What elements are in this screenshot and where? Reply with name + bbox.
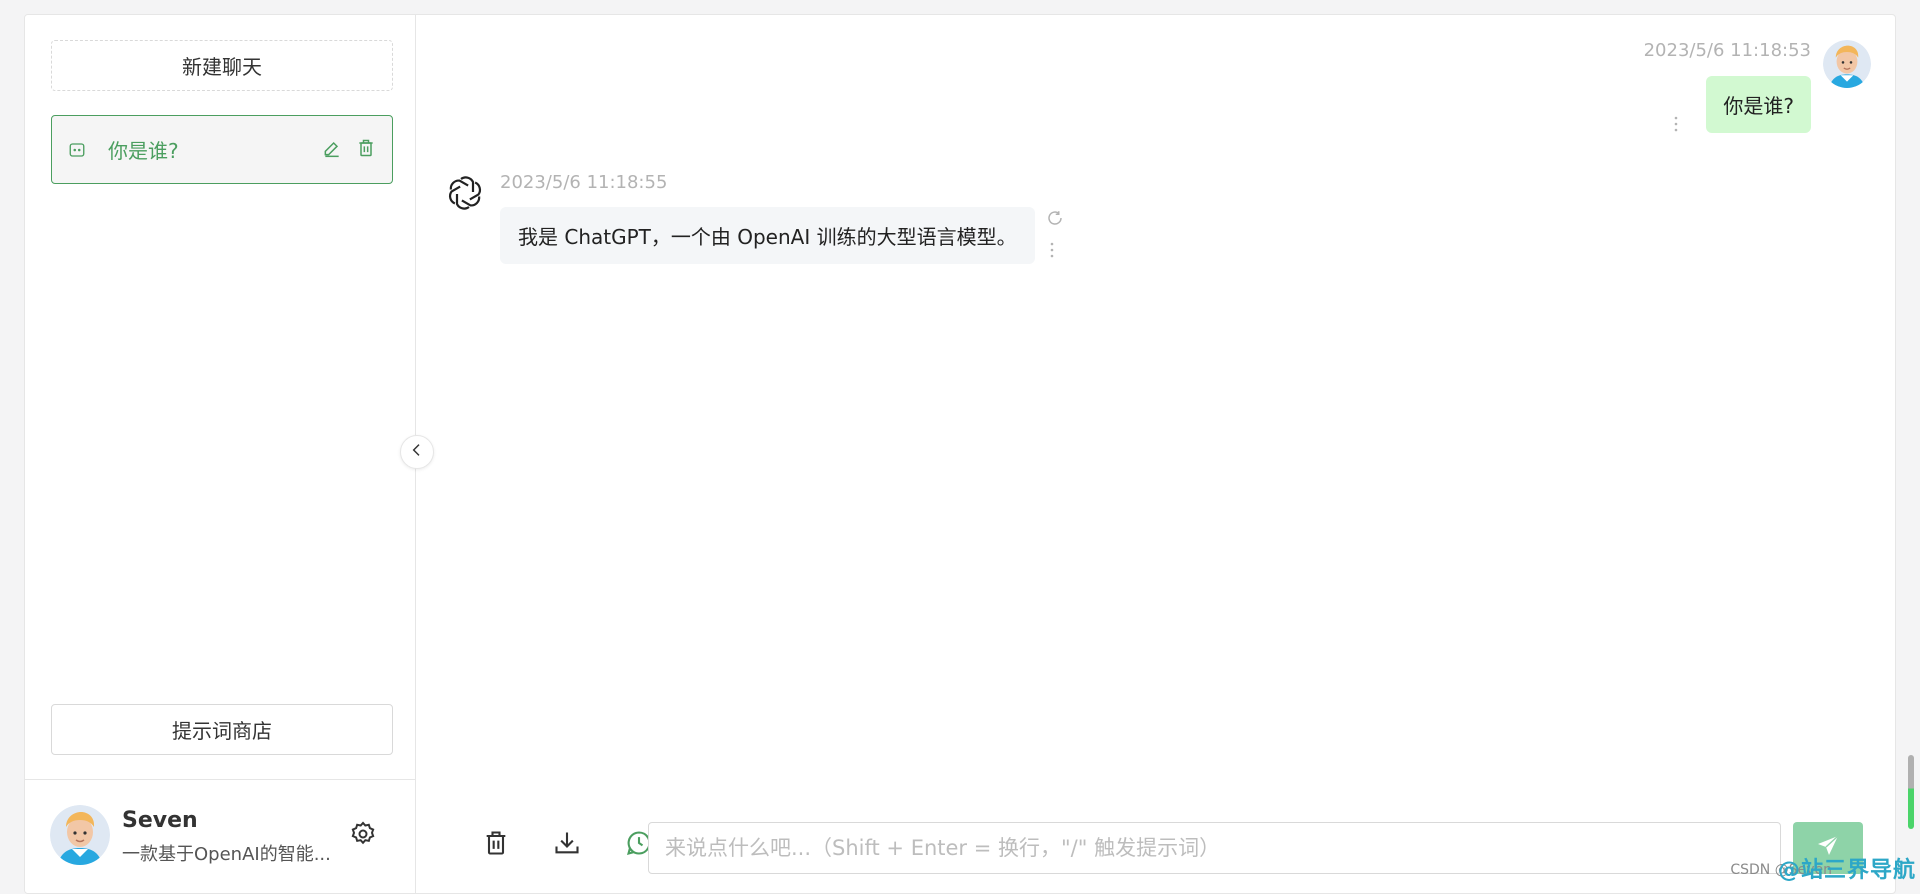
clear-chat-button[interactable] <box>480 829 512 861</box>
openai-logo-icon <box>443 171 487 215</box>
user-message-time: 2023/5/6 11:18:53 <box>1643 40 1811 61</box>
sidebar: 新建聊天 你是谁? 提示词商店 Seven 一款基于OpenAI的智能... <box>25 15 416 893</box>
settings-icon[interactable] <box>349 820 377 848</box>
user-name: Seven <box>122 808 198 833</box>
watermark: @站三界导航 <box>1777 858 1916 883</box>
edit-icon[interactable] <box>322 138 342 162</box>
new-chat-button[interactable]: 新建聊天 <box>51 40 393 91</box>
user-avatar[interactable] <box>50 805 110 865</box>
chat-footer <box>416 805 1895 893</box>
user-message-avatar <box>1823 40 1871 88</box>
download-button[interactable] <box>551 829 583 861</box>
trash-icon <box>482 829 510 861</box>
more-vertical-icon[interactable] <box>1049 241 1055 263</box>
assistant-message-time: 2023/5/6 11:18:55 <box>500 172 668 193</box>
user-panel: Seven 一款基于OpenAI的智能... <box>25 779 415 893</box>
chat-bubble-icon <box>68 141 86 159</box>
app-window: 新建聊天 你是谁? 提示词商店 Seven 一款基于OpenAI的智能... 2… <box>24 14 1896 894</box>
chat-item[interactable]: 你是谁? <box>51 115 393 184</box>
scrollbar[interactable] <box>1908 755 1914 829</box>
collapse-sidebar-button[interactable] <box>400 435 434 469</box>
more-vertical-icon[interactable] <box>1673 115 1679 137</box>
user-description: 一款基于OpenAI的智能... <box>122 844 331 865</box>
delete-icon[interactable] <box>356 138 376 162</box>
download-icon <box>553 829 581 861</box>
refresh-icon[interactable] <box>1046 209 1064 231</box>
assistant-message-bubble: 我是 ChatGPT，一个由 OpenAI 训练的大型语言模型。 <box>500 207 1035 264</box>
chat-input[interactable] <box>648 822 1781 874</box>
chat-main: 2023/5/6 11:18:53 你是谁? 2023/5/6 11:18:55… <box>416 15 1895 893</box>
chat-item-title: 你是谁? <box>108 139 179 163</box>
chevron-left-icon <box>409 442 425 462</box>
prompt-store-button[interactable]: 提示词商店 <box>51 704 393 755</box>
user-message-bubble: 你是谁? <box>1706 76 1811 133</box>
